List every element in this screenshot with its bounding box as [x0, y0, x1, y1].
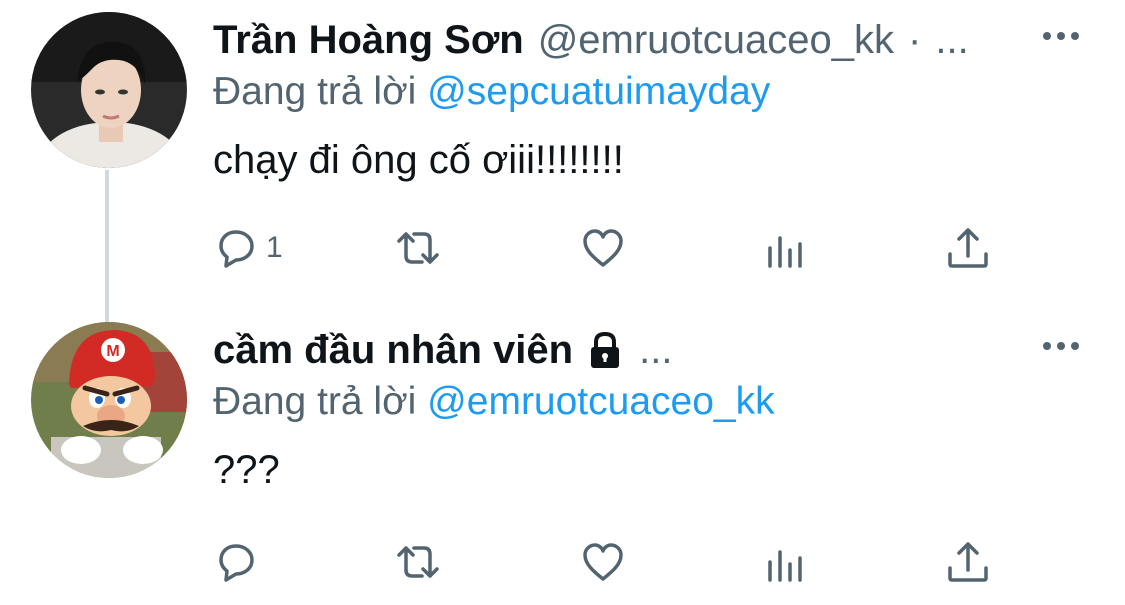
- replying-to: Đang trả lời @emruotcuaceo_kk: [213, 380, 775, 428]
- avatar[interactable]: [31, 12, 187, 168]
- author-name[interactable]: cầm đầu nhân viên: [213, 328, 573, 373]
- tweet-text: ???: [213, 448, 280, 492]
- views-button[interactable]: [762, 222, 810, 274]
- tweet-header: cầm đầu nhân viên ...: [213, 325, 672, 375]
- like-icon: [583, 543, 623, 581]
- truncation: ...: [639, 327, 673, 372]
- share-button[interactable]: [944, 536, 992, 588]
- svg-text:M: M: [106, 343, 119, 360]
- reply-icon: [219, 544, 254, 582]
- action-bar: [0, 536, 1125, 588]
- replying-to: Đang trả lời @sepcuatuimayday: [213, 70, 770, 118]
- reply-count: 1: [266, 231, 283, 264]
- reply-button[interactable]: 1: [212, 222, 283, 274]
- tweet[interactable]: M cầm đầu nhân viên ... Đang trả lời @em…: [0, 310, 1125, 605]
- mention-link[interactable]: @emruotcuaceo_kk: [427, 380, 774, 423]
- mention-link[interactable]: @sepcuatuimayday: [427, 70, 770, 113]
- reply-icon: [219, 230, 254, 268]
- tweet-text: chạy đi ông cố ơiii!!!!!!!!: [213, 138, 624, 182]
- reply-button[interactable]: [212, 536, 260, 588]
- retweet-button[interactable]: [394, 536, 442, 588]
- share-icon: [948, 228, 988, 268]
- like-button[interactable]: [579, 536, 627, 588]
- more-icon[interactable]: [1043, 342, 1079, 354]
- like-icon: [583, 229, 623, 267]
- share-button[interactable]: [944, 222, 992, 274]
- retweet-button[interactable]: [394, 222, 442, 274]
- truncation: ...: [935, 17, 969, 62]
- avatar[interactable]: M: [31, 322, 187, 478]
- like-button[interactable]: [579, 222, 627, 274]
- separator: ·: [908, 17, 922, 62]
- replying-to-label: Đang trả lời: [213, 70, 417, 113]
- author-name[interactable]: Trần Hoàng Sơn: [213, 18, 524, 63]
- tweet[interactable]: Trần Hoàng Sơn @emruotcuaceo_kk · ... Đa…: [0, 0, 1125, 322]
- more-icon[interactable]: [1043, 32, 1079, 44]
- author-handle[interactable]: @emruotcuaceo_kk: [538, 18, 894, 63]
- action-bar: 1: [0, 222, 1125, 274]
- views-icon: [768, 550, 802, 582]
- share-icon: [948, 542, 988, 582]
- lock-icon: [585, 330, 625, 370]
- views-icon: [768, 236, 802, 268]
- tweet-header: Trần Hoàng Sơn @emruotcuaceo_kk · ...: [213, 15, 969, 65]
- retweet-icon: [397, 546, 439, 578]
- replying-to-label: Đang trả lời: [213, 380, 417, 423]
- retweet-icon: [397, 232, 439, 264]
- views-button[interactable]: [762, 536, 810, 588]
